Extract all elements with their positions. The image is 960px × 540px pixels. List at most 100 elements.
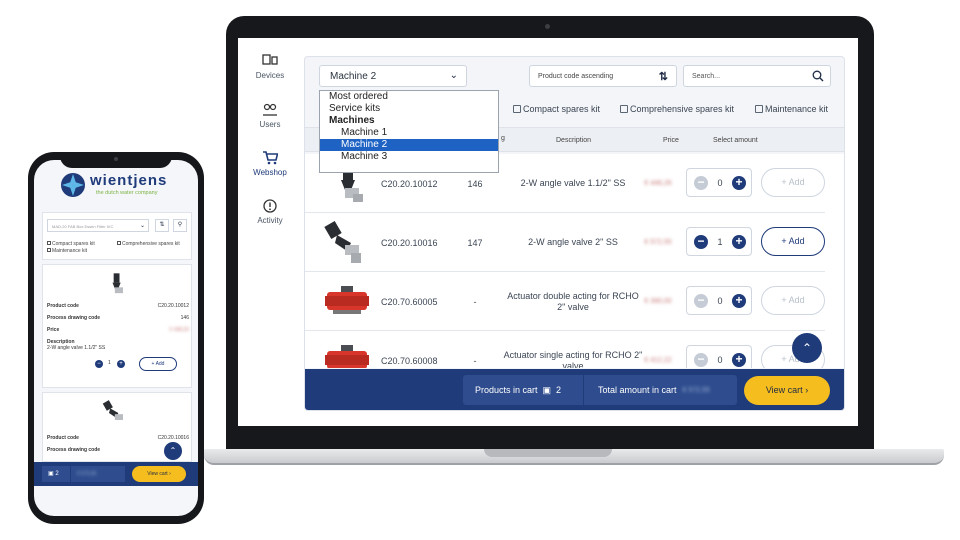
menu-item-most-ordered[interactable]: Most ordered bbox=[320, 91, 498, 103]
table-row: C20.70.60005 - Actuator double acting fo… bbox=[305, 272, 825, 331]
products-in-cart-count: 2 bbox=[556, 385, 562, 395]
kit-filter-label: Maintenance kit bbox=[52, 248, 88, 254]
devices-icon bbox=[262, 54, 278, 65]
increase-button[interactable]: + bbox=[732, 294, 746, 308]
sidebar-item-devices[interactable]: Devices bbox=[238, 54, 302, 80]
label: Process drawing code bbox=[47, 447, 101, 453]
machine-dropdown-menu: Most ordered Service kits Machines Machi… bbox=[319, 90, 499, 173]
menu-item-machine-1[interactable]: Machine 1 bbox=[320, 127, 498, 139]
mobile-view-cart-button[interactable]: View cart › bbox=[132, 466, 186, 482]
kit-filter-comprehensive[interactable]: Comprehensive spares kit bbox=[620, 104, 734, 114]
add-button[interactable]: + Add bbox=[761, 168, 825, 197]
users-icon bbox=[263, 103, 277, 116]
increase-button[interactable]: + bbox=[117, 360, 125, 368]
menu-item-service-kits[interactable]: Service kits bbox=[320, 103, 498, 115]
quantity-value[interactable]: 0 bbox=[714, 355, 726, 365]
sidebar-item-webshop[interactable]: Webshop bbox=[238, 151, 302, 177]
mobile-sort-button[interactable]: ⇅ bbox=[155, 219, 169, 232]
checkbox[interactable] bbox=[47, 248, 51, 252]
checkbox[interactable] bbox=[620, 105, 628, 113]
menu-item-machine-2[interactable]: Machine 2 bbox=[320, 139, 498, 151]
box-icon: ▣ bbox=[542, 384, 552, 395]
chevron-up-icon: ⌃ bbox=[169, 446, 177, 455]
mobile-cart-count: ▣ 2 bbox=[42, 466, 70, 482]
product-code: C20.20.10016 bbox=[381, 237, 438, 248]
mobile-kit-filter-comprehensive[interactable]: Comprehensive spares kit bbox=[117, 241, 180, 247]
mobile-quantity-stepper: − 1 + bbox=[95, 357, 135, 371]
chevron-down-icon: ⌄ bbox=[139, 223, 145, 229]
add-button[interactable]: + Add bbox=[761, 227, 825, 256]
label: Product code bbox=[47, 303, 79, 309]
laptop-notch bbox=[484, 449, 612, 457]
table-row: C20.20.10016 147 2-W angle valve 2" SS €… bbox=[305, 213, 825, 272]
mobile-add-button[interactable]: + Add bbox=[139, 357, 177, 371]
mobile-description-value: 2-W angle valve 1.1/2" SS bbox=[47, 345, 106, 351]
decrease-button[interactable]: − bbox=[694, 294, 708, 308]
sidebar: Devices Users Webshop Activity bbox=[238, 38, 302, 426]
mobile-product-code-row: Product code C20.20.10016 bbox=[47, 435, 189, 441]
checkbox[interactable] bbox=[47, 241, 51, 245]
add-button[interactable]: + Add bbox=[761, 286, 825, 315]
decrease-button[interactable]: − bbox=[694, 235, 708, 249]
quantity-value[interactable]: 0 bbox=[714, 296, 726, 306]
mobile-cart-total: € 572,55 bbox=[71, 466, 125, 482]
checkbox[interactable] bbox=[755, 105, 763, 113]
total-amount: Total amount in cart € 572,55 bbox=[584, 375, 737, 405]
kit-filter-maintenance[interactable]: Maintenance kit bbox=[755, 104, 828, 114]
machine-select[interactable]: Machine 2 ⌄ bbox=[319, 65, 467, 87]
view-cart-label: View cart bbox=[147, 471, 168, 477]
price-value: € 390,00 bbox=[644, 298, 672, 305]
sidebar-item-label: Devices bbox=[255, 71, 285, 80]
view-cart-button[interactable]: View cart › bbox=[744, 376, 830, 405]
increase-button[interactable]: + bbox=[732, 176, 746, 190]
laptop-camera bbox=[545, 24, 550, 29]
decrease-button[interactable]: − bbox=[694, 176, 708, 190]
kit-filter-label: Compact spares kit bbox=[52, 241, 95, 247]
sort-select[interactable]: Product code ascending ⇅ bbox=[529, 65, 677, 87]
sort-arrows-icon: ⇅ bbox=[159, 222, 165, 228]
chevron-down-icon: ⌄ bbox=[449, 70, 458, 81]
sort-arrows-icon: ⇅ bbox=[658, 71, 668, 83]
product-description: 2-W angle valve 2" SS bbox=[528, 237, 618, 247]
product-price: € 448,26 bbox=[633, 154, 683, 213]
mobile-select-value: MAD-20 FAB Box Essen Filter IVC bbox=[52, 224, 114, 229]
kit-filter-label: Comprehensive spares kit bbox=[122, 241, 180, 247]
kit-filter-label: Compact spares kit bbox=[523, 104, 601, 114]
quantity-stepper: − 0 + bbox=[686, 345, 752, 368]
checkbox[interactable] bbox=[513, 105, 521, 113]
scroll-to-top-button[interactable]: ⌃ bbox=[792, 333, 822, 363]
product-description: Actuator single acting for RCHO 2" valve bbox=[503, 349, 643, 369]
alert-circle-icon bbox=[263, 199, 277, 213]
price-value: € 572,55 bbox=[644, 239, 672, 246]
phone-camera bbox=[114, 157, 118, 161]
product-code: C20.70.60008 bbox=[381, 355, 438, 366]
angle-valve-image bbox=[324, 220, 361, 263]
mobile-pdc-row: Process drawing code 146 bbox=[47, 315, 189, 321]
sidebar-item-users[interactable]: Users bbox=[238, 103, 302, 129]
sidebar-item-label: Users bbox=[259, 120, 281, 129]
quantity-value[interactable]: 0 bbox=[714, 178, 726, 188]
value: € 448,26 bbox=[169, 327, 189, 333]
decrease-button[interactable]: − bbox=[694, 353, 708, 367]
menu-item-machine-3[interactable]: Machine 3 bbox=[320, 151, 498, 163]
kit-filter-compact[interactable]: Compact spares kit bbox=[513, 104, 600, 114]
laptop-screen: Devices Users Webshop Activity Machine 2… bbox=[238, 38, 858, 426]
actuator-image bbox=[325, 286, 369, 314]
checkbox[interactable] bbox=[117, 241, 121, 245]
search-input[interactable]: Search... bbox=[683, 65, 831, 87]
products-in-cart-label: Products in cart bbox=[475, 385, 538, 395]
increase-button[interactable]: + bbox=[732, 235, 746, 249]
cart-footer: Products in cart ▣ 2 Total amount in car… bbox=[305, 369, 844, 410]
mobile-kit-filter-maintenance[interactable]: Maintenance kit bbox=[47, 248, 87, 254]
header-process-partial: g bbox=[501, 135, 505, 142]
mobile-search-button[interactable]: ⚲ bbox=[173, 219, 187, 232]
sidebar-item-activity[interactable]: Activity bbox=[238, 199, 302, 225]
decrease-button[interactable]: − bbox=[95, 360, 103, 368]
mobile-machine-select[interactable]: MAD-20 FAB Box Essen Filter IVC ⌄ bbox=[47, 219, 149, 232]
quantity-value[interactable]: 1 bbox=[714, 237, 726, 247]
increase-button[interactable]: + bbox=[732, 353, 746, 367]
kit-filter-label: Maintenance kit bbox=[765, 104, 829, 114]
mobile-kit-filter-compact[interactable]: Compact spares kit bbox=[47, 241, 95, 247]
quantity-value[interactable]: 1 bbox=[108, 360, 111, 366]
mobile-scroll-to-top-button[interactable]: ⌃ bbox=[164, 442, 182, 460]
